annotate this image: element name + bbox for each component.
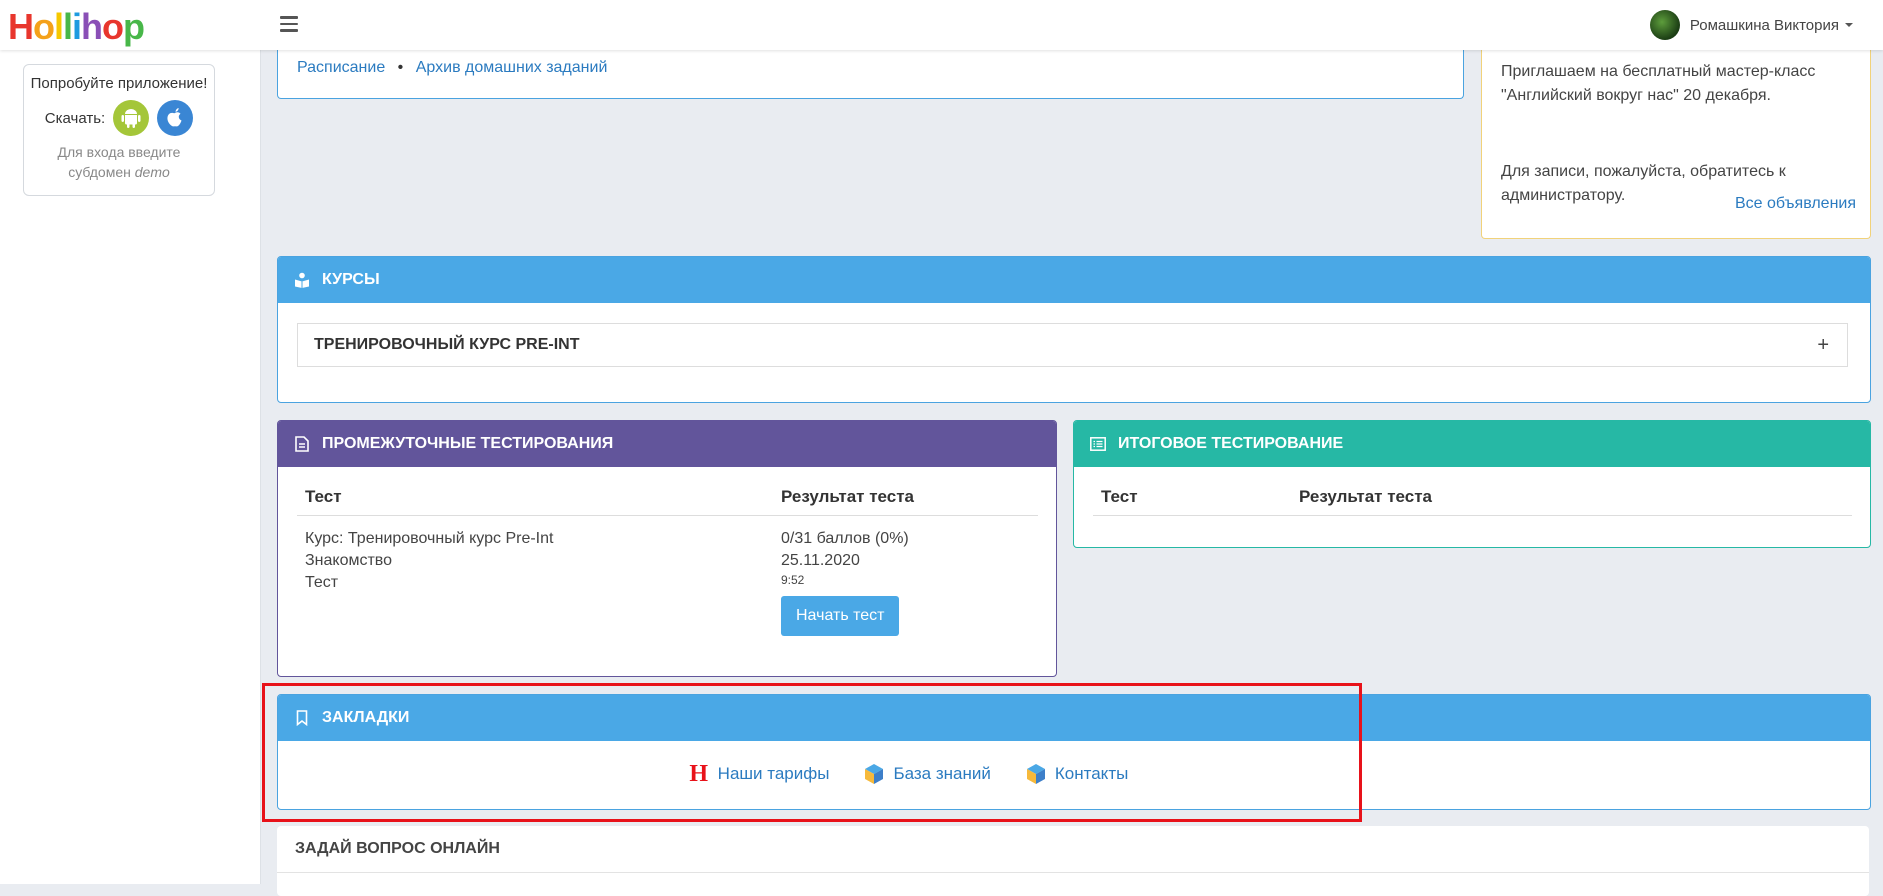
interim-tests-title: ПРОМЕЖУТОЧНЫЕ ТЕСТИРОВАНИЯ: [322, 435, 614, 452]
col-test: Тест: [1093, 475, 1291, 516]
logo[interactable]: Hollihop: [8, 6, 145, 48]
login-hint: Для входа введите субдомен demo: [24, 142, 214, 182]
link-separator: •: [397, 59, 404, 76]
test-course: Курс: Тренировочный курс Pre-Int: [305, 530, 554, 547]
courses-panel: КУРСЫ ТРЕНИРОВОЧНЫЙ КУРС PRE-INT +: [277, 256, 1871, 403]
ask-online-panel: ЗАДАЙ ВОПРОС ОНЛАЙН: [277, 826, 1869, 896]
apple-icon[interactable]: [157, 100, 194, 136]
start-test-button[interactable]: Начать тест: [781, 596, 900, 636]
user-menu[interactable]: Ромашкина Виктория: [1649, 10, 1853, 40]
menu-icon[interactable]: [280, 16, 298, 36]
hint-line1: Для входа введите: [57, 144, 181, 160]
divider: [277, 872, 1869, 873]
all-announcements-link[interactable]: Все объявления: [1735, 192, 1856, 236]
hint-line2: субдомен: [68, 164, 135, 180]
app-promo-title: Попробуйте приложение!: [30, 75, 208, 92]
final-tests-title: ИТОГОВОЕ ТЕСТИРОВАНИЕ: [1118, 435, 1344, 452]
col-test: Тест: [297, 475, 773, 516]
homework-archive-link[interactable]: Архив домашних заданий: [416, 59, 608, 76]
announcement-panel: Приглашаем на бесплатный мастер-класс "А…: [1481, 40, 1871, 239]
courses-title: КУРСЫ: [322, 271, 380, 288]
course-item[interactable]: ТРЕНИРОВОЧНЫЙ КУРС PRE-INT +: [297, 323, 1848, 367]
final-tests-table: Тест Результат теста: [1093, 475, 1852, 516]
highlight-box: [262, 683, 1362, 822]
test-time: 9:52: [781, 573, 805, 587]
schedule-link[interactable]: Расписание: [297, 59, 385, 76]
test-topic: Знакомство: [305, 552, 393, 569]
document-icon: [294, 436, 310, 452]
interim-tests-header: ПРОМЕЖУТОЧНЫЕ ТЕСТИРОВАНИЯ: [278, 421, 1056, 467]
col-result: Результат теста: [773, 475, 1038, 516]
android-icon[interactable]: [113, 100, 150, 136]
test-date: 25.11.2020: [781, 552, 860, 569]
expand-icon[interactable]: +: [1817, 334, 1829, 357]
course-name: ТРЕНИРОВОЧНЫЙ КУРС PRE-INT: [314, 336, 580, 353]
app-promo-box: Попробуйте приложение! Скачать: Для вход…: [23, 64, 215, 196]
list-icon: [1090, 436, 1106, 452]
announcement-text: Приглашаем на бесплатный мастер-класс "А…: [1501, 63, 1816, 104]
user-name: Ромашкина Виктория: [1689, 16, 1839, 34]
chevron-down-icon: [1845, 23, 1853, 27]
test-name: Тест: [305, 574, 339, 591]
test-score: 0/31 баллов (0%): [781, 530, 909, 547]
courses-header: КУРСЫ: [278, 257, 1870, 303]
top-bar: Hollihop Ромашкина Виктория: [0, 0, 1883, 50]
avatar: [1649, 10, 1680, 40]
ask-online-title: ЗАДАЙ ВОПРОС ОНЛАЙН: [295, 840, 500, 857]
courses-icon: [294, 272, 310, 288]
hint-subdomain: demo: [134, 164, 170, 180]
interim-tests-table: Тест Результат теста Курс: Тренировочный…: [297, 475, 1038, 648]
sidebar: Попробуйте приложение! Скачать: Для вход…: [0, 50, 261, 884]
table-row: Курс: Тренировочный курс Pre-Int Знакомс…: [297, 516, 1038, 649]
final-tests-panel: ИТОГОВОЕ ТЕСТИРОВАНИЕ Тест Результат тес…: [1073, 420, 1871, 548]
final-tests-header: ИТОГОВОЕ ТЕСТИРОВАНИЕ: [1074, 421, 1870, 467]
interim-tests-panel: ПРОМЕЖУТОЧНЫЕ ТЕСТИРОВАНИЯ Тест Результа…: [277, 420, 1057, 677]
download-label: Скачать:: [44, 109, 106, 127]
col-result: Результат теста: [1291, 475, 1852, 516]
